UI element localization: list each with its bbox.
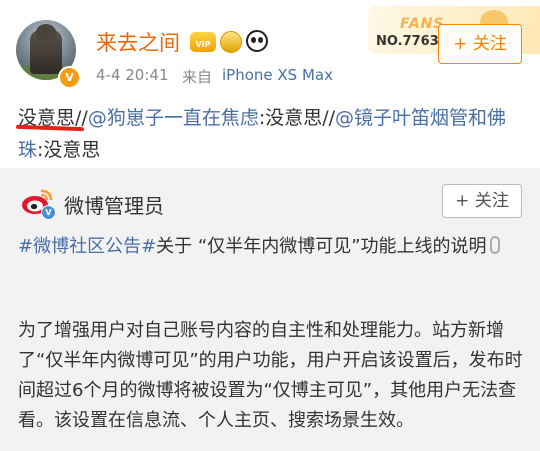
post-time: 4-4 20:41 bbox=[96, 66, 169, 84]
post-text-part: :没意思 bbox=[37, 139, 101, 161]
repost-title: #微博社区公告#关于 “仅半年内微博可见”功能上线的说明 bbox=[18, 232, 528, 262]
repost-author[interactable]: 微博管理员 bbox=[64, 190, 164, 219]
username[interactable]: 来去之间 bbox=[96, 30, 180, 56]
post-text-part: :没意思// bbox=[258, 107, 336, 129]
verified-blue-icon: V bbox=[41, 205, 56, 220]
follow-author-button[interactable]: + 关注 bbox=[442, 184, 522, 218]
post-source-label: 来自 bbox=[182, 68, 213, 86]
panda-icon[interactable] bbox=[246, 30, 268, 52]
verified-badge-icon: V bbox=[58, 66, 81, 89]
vip-icon[interactable]: VIP bbox=[190, 32, 216, 52]
hashtag-link[interactable]: #微博社区公告# bbox=[18, 236, 156, 257]
repost-title-text: 关于 “仅半年内微博可见”功能上线的说明 bbox=[156, 236, 487, 257]
mention-link[interactable]: @狗崽子一直在焦虑 bbox=[88, 107, 259, 129]
post-content: 没意思//@狗崽子一直在焦虑:没意思//@镜子叶笛烟管和佛珠:没意思 bbox=[18, 102, 523, 166]
repost-body: 为了增强用户对自己账号内容的自主性和处理能力。站方新增了“仅半年内微博可见”的用… bbox=[18, 320, 523, 431]
crown-medal-icon[interactable] bbox=[220, 31, 242, 53]
post-device[interactable]: iPhone XS Max bbox=[222, 66, 333, 84]
follow-button[interactable]: + 关注 bbox=[438, 24, 522, 64]
microphone-icon bbox=[489, 236, 500, 254]
